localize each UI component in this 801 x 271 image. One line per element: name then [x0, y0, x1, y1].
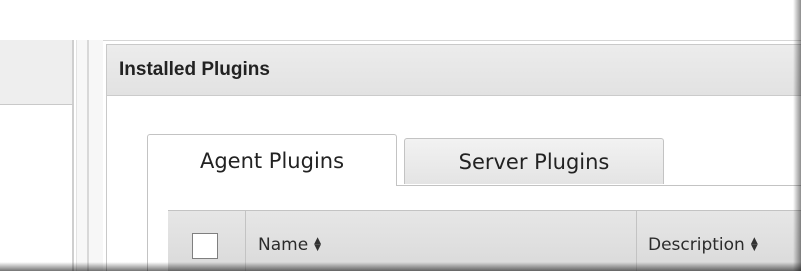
left-pane-header	[0, 40, 74, 105]
bottom-shadow	[0, 262, 801, 271]
top-strip	[0, 0, 801, 41]
pane-splitter[interactable]	[76, 40, 103, 271]
screenshot-frame: Installed Plugins Agent Plugins Server P…	[0, 0, 801, 271]
column-header-name-label: Name	[258, 235, 309, 255]
select-all-checkbox[interactable]	[192, 233, 218, 259]
splitter-line	[87, 40, 89, 271]
sort-icon: ▲ ▼	[750, 236, 758, 253]
column-header-description-label: Description	[648, 235, 745, 255]
left-pane	[0, 40, 76, 271]
left-pane-body	[0, 105, 74, 271]
panel-header: Installed Plugins	[107, 45, 801, 96]
tab-agent-plugins[interactable]: Agent Plugins	[147, 134, 397, 186]
sort-icon: ▲ ▼	[314, 236, 322, 253]
right-shadow	[793, 0, 801, 271]
panel-title: Installed Plugins	[119, 59, 270, 80]
tab-server-plugins[interactable]: Server Plugins	[404, 138, 664, 184]
column-header-description[interactable]: Description ▲ ▼	[648, 235, 758, 255]
column-header-name[interactable]: Name ▲ ▼	[258, 235, 321, 255]
